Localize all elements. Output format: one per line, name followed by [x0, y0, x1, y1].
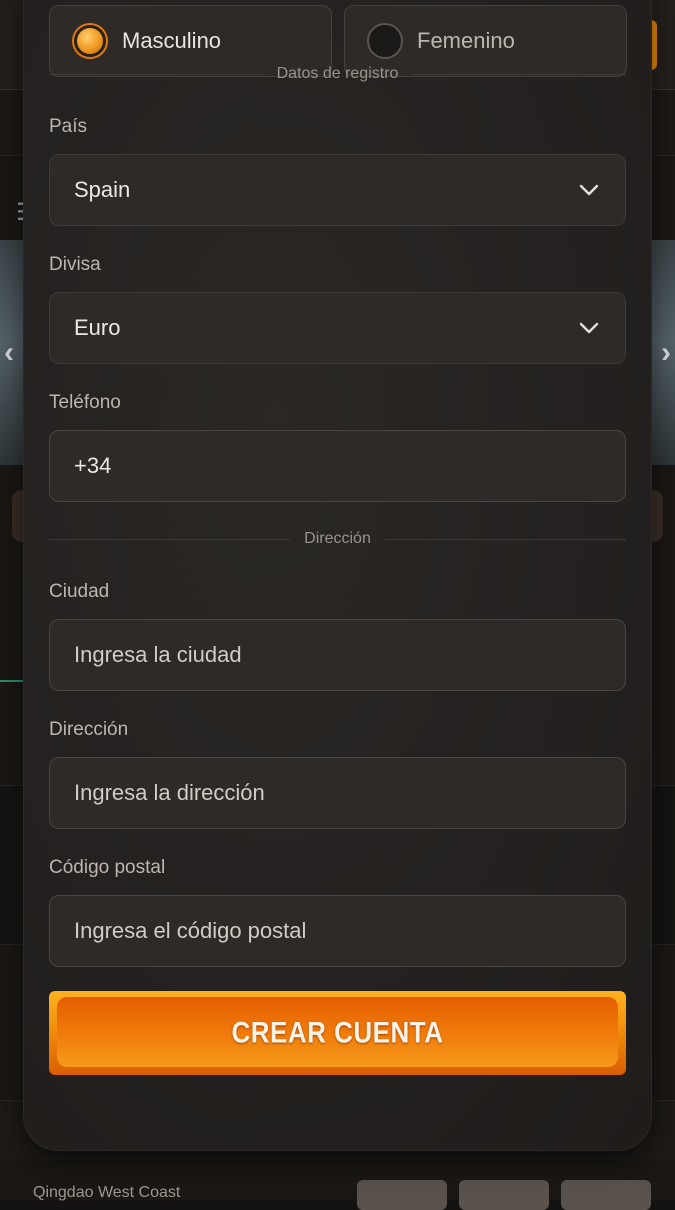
country-value: Spain	[74, 177, 579, 203]
postal-code-placeholder: Ingresa el código postal	[74, 918, 599, 944]
currency-select[interactable]: Euro	[49, 292, 626, 364]
phone-input[interactable]: +34	[49, 430, 626, 502]
background-banner-prev-icon: ‹	[4, 336, 14, 370]
create-account-button[interactable]: CREAR CUENTA	[49, 991, 626, 1075]
background-banner-next-icon: ›	[661, 336, 671, 370]
city-input[interactable]: Ingresa la ciudad	[49, 619, 626, 691]
background-odd-button	[459, 1180, 549, 1210]
background-odd-button	[561, 1180, 651, 1210]
postal-code-input[interactable]: Ingresa el código postal	[49, 895, 626, 967]
chevron-down-icon	[579, 322, 599, 334]
currency-label: Divisa	[49, 254, 101, 276]
section-title-address: Dirección	[290, 530, 385, 548]
registration-modal: Masculino Femenino Datos de registro Paí…	[24, 0, 651, 1150]
radio-unchecked-icon[interactable]	[367, 23, 403, 59]
background-odd-button	[357, 1180, 447, 1210]
address-label: Dirección	[49, 719, 128, 741]
address-placeholder: Ingresa la dirección	[74, 780, 599, 806]
create-account-label: CREAR CUENTA	[231, 1014, 443, 1050]
phone-value: +34	[74, 453, 599, 479]
country-select[interactable]: Spain	[49, 154, 626, 226]
country-label: País	[49, 116, 87, 138]
background-fixture-team: Qingdao West Coast	[33, 1184, 180, 1202]
create-account-button-face: CREAR CUENTA	[57, 997, 618, 1067]
phone-label: Teléfono	[49, 392, 121, 414]
gender-label-male: Masculino	[122, 28, 221, 54]
section-divider-registration: Datos de registro	[49, 64, 626, 84]
postal-code-label: Código postal	[49, 857, 165, 879]
radio-checked-icon[interactable]	[72, 23, 108, 59]
address-input[interactable]: Ingresa la dirección	[49, 757, 626, 829]
city-placeholder: Ingresa la ciudad	[74, 642, 599, 668]
currency-value: Euro	[74, 315, 579, 341]
section-title-registration: Datos de registro	[263, 65, 413, 83]
chevron-down-icon	[579, 184, 599, 196]
gender-label-female: Femenino	[417, 28, 515, 54]
section-divider-address: Dirección	[49, 529, 626, 549]
city-label: Ciudad	[49, 581, 109, 603]
